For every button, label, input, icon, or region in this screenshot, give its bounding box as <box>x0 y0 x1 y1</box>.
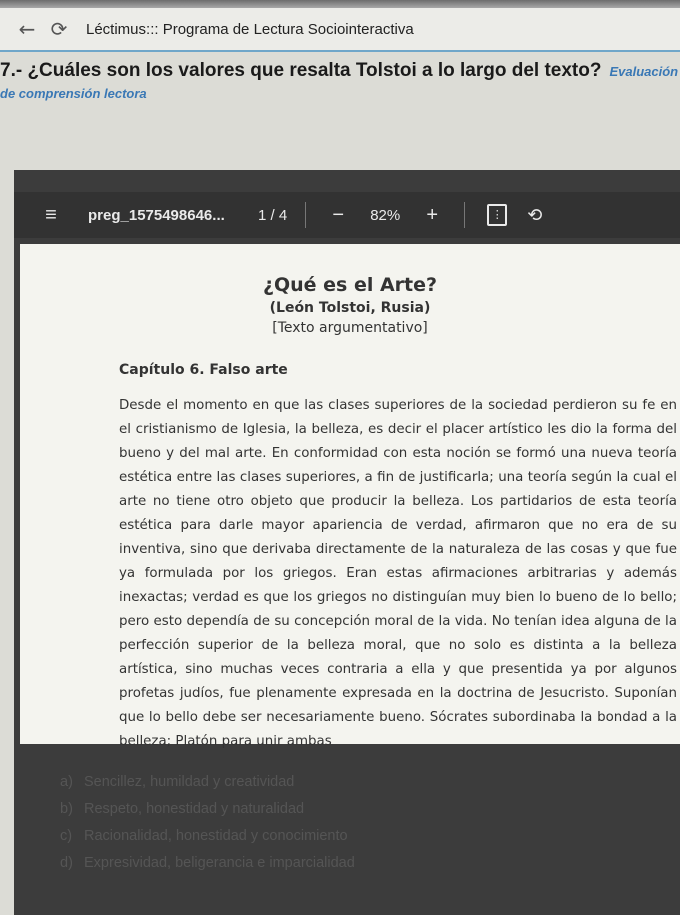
question-heading: 7.- ¿Cuáles son los valores que resalta … <box>0 60 680 104</box>
back-arrow-icon[interactable]: ← <box>14 16 40 42</box>
answer-text: Respeto, honestidad y naturalidad <box>84 801 305 817</box>
answer-letter: b) <box>60 801 73 817</box>
browser-bar: ← ⟳ Léctimus::: Programa de Lectura Soci… <box>0 8 680 52</box>
answer-letter: a) <box>60 774 73 790</box>
reload-icon[interactable]: ⟳ <box>46 16 72 42</box>
document-name: preg_1575498646... <box>88 206 225 224</box>
answer-option-a[interactable]: a) Sencillez, humildad y creatividad <box>60 774 560 801</box>
answer-text: Racionalidad, honestidad y conocimiento <box>84 828 348 844</box>
document-body: Desde el momento en que las clases super… <box>119 398 677 749</box>
page-indicator: 1 / 4 <box>258 207 287 224</box>
answer-option-d[interactable]: d) Expresividad, beligerancia e imparcia… <box>60 855 560 882</box>
zoom-in-button[interactable]: + <box>418 204 446 227</box>
zoom-level[interactable]: 82% <box>370 207 400 224</box>
answer-text: Expresividad, beligerancia e imparcialid… <box>84 855 355 871</box>
toolbar-divider <box>305 202 307 228</box>
answer-option-c[interactable]: c) Racionalidad, honestidad y conocimien… <box>60 828 560 855</box>
answer-option-b[interactable]: b) Respeto, honestidad y naturalidad <box>60 801 560 828</box>
toolbar-divider <box>464 202 466 228</box>
rotate-icon[interactable]: ⟲ <box>527 205 542 226</box>
chapter-heading: Capítulo 6. Falso arte <box>119 362 288 378</box>
answer-text: Sencillez, humildad y creatividad <box>84 774 295 790</box>
document-type: [Texto argumentativo] <box>272 320 428 336</box>
document-title: ¿Qué es el Arte? <box>262 274 438 296</box>
pdf-toolbar: ≡ preg_1575498646... 1 / 4 − 82% + ⋮ ⟲ <box>14 192 680 238</box>
page-separator: / <box>270 206 275 224</box>
document-page: ¿Qué es el Arte? (León Tolstoi, Rusia) [… <box>20 244 680 749</box>
page-total: 4 <box>278 206 288 224</box>
answer-options: a) Sencillez, humildad y creatividad b) … <box>60 774 560 882</box>
question-text: 7.- ¿Cuáles son los valores que resalta … <box>0 60 602 81</box>
zoom-out-button[interactable]: − <box>324 204 352 227</box>
page-title: Léctimus::: Programa de Lectura Socioint… <box>86 20 414 38</box>
document-author: (León Tolstoi, Rusia) <box>269 300 431 316</box>
answer-letter: d) <box>60 855 73 871</box>
fit-page-icon[interactable]: ⋮ <box>487 204 508 226</box>
page-current[interactable]: 1 <box>258 207 266 224</box>
menu-icon[interactable]: ≡ <box>36 204 66 227</box>
answer-letter: c) <box>60 828 73 844</box>
window-top-edge <box>0 0 680 8</box>
